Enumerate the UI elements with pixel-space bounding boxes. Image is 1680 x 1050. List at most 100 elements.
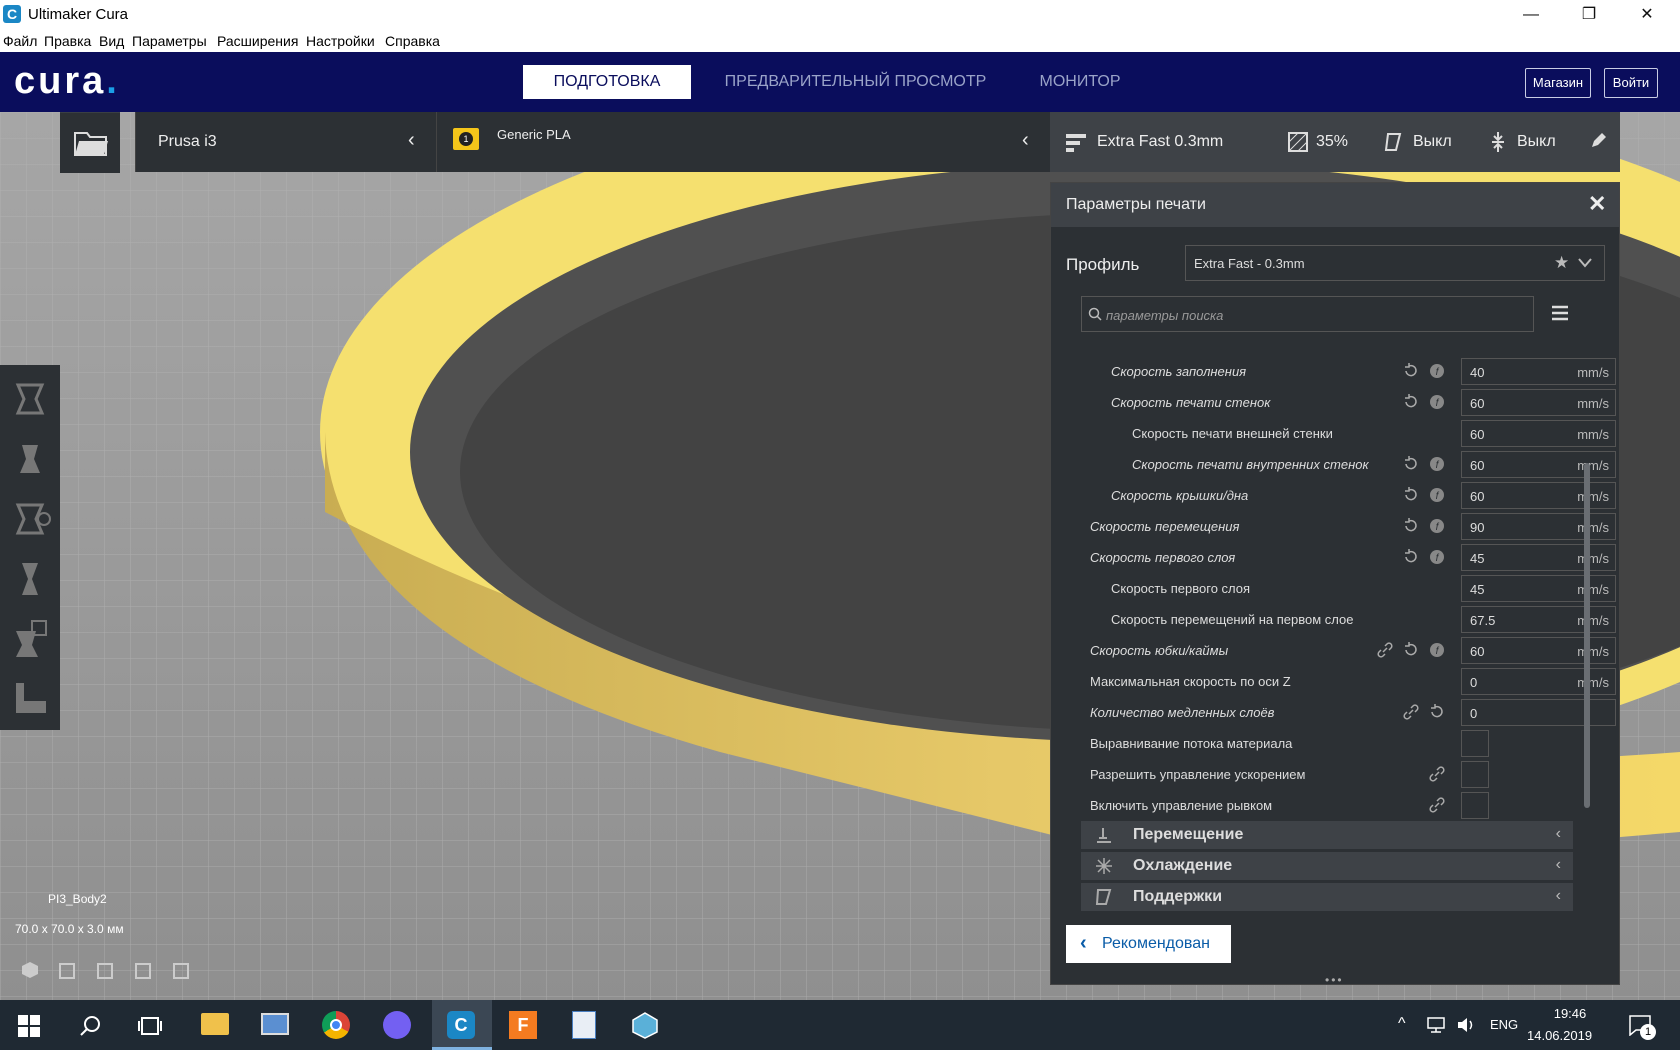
right-view-icon[interactable] [173,963,189,979]
taskbar-document[interactable] [554,1000,614,1050]
settings-visibility-menu-icon[interactable] [1548,301,1572,325]
rotate-tool-icon[interactable] [6,491,54,547]
taskbar-cura[interactable]: C [432,1000,492,1050]
settings-search-input[interactable]: параметры поиска [1081,296,1534,332]
volume-icon[interactable] [1456,1016,1476,1034]
reset-icon[interactable] [1403,549,1419,565]
notification-count-badge: 1 [1640,1024,1656,1040]
setting-value: 60 [1470,644,1485,659]
network-icon[interactable] [1426,1016,1446,1034]
function-icon[interactable]: f [1429,549,1445,565]
drag-handle-icon[interactable]: ••• [1325,973,1344,987]
profile-dropdown[interactable]: Extra Fast - 0.3mm ★ [1185,245,1605,281]
recommended-mode-button[interactable]: ‹ Рекомендован [1066,925,1231,963]
reset-icon[interactable] [1429,704,1445,720]
front-view-icon[interactable] [59,963,75,979]
reset-icon[interactable] [1403,456,1419,472]
language-indicator[interactable]: ENG [1490,1017,1518,1032]
menu-extensions[interactable]: Расширения [217,33,298,49]
link-icon[interactable] [1403,704,1419,720]
setting-row: Скорость юбки/каймы f 60 mm/s [1081,636,1616,665]
function-icon[interactable]: f [1429,456,1445,472]
menu-file[interactable]: Файл [3,33,37,49]
setting-input[interactable]: 60 mm/s [1461,420,1616,447]
taskbar-viber[interactable] [367,1000,427,1050]
menu-preferences[interactable]: Настройки [306,33,375,49]
per-model-settings-icon[interactable] [6,611,54,667]
tab-monitor[interactable]: МОНИТОР [1020,65,1140,99]
setting-checkbox[interactable] [1461,730,1489,757]
settings-scrollbar[interactable] [1584,463,1590,808]
print-settings-summary[interactable]: Extra Fast 0.3mm 35% Выкл Выкл [1050,112,1620,172]
category-support[interactable]: Поддержки ‹ [1081,883,1573,911]
tab-preview[interactable]: ПРЕДВАРИТЕЛЬНЫЙ ПРОСМОТР [713,65,998,99]
taskbar-chrome[interactable] [306,1000,366,1050]
setting-input[interactable]: 60 mm/s [1461,482,1616,509]
menu-help[interactable]: Справка [385,33,440,49]
reset-icon[interactable] [1403,518,1419,534]
setting-input[interactable]: 40 mm/s [1461,358,1616,385]
mirror-tool-icon[interactable] [6,551,54,607]
setting-input[interactable]: 67.5 mm/s [1461,606,1616,633]
function-icon[interactable]: f [1429,363,1445,379]
setting-value: 0 [1470,675,1478,690]
windows-start-icon[interactable] [18,1015,40,1037]
printer-selector[interactable]: Prusa i3 ‹ [135,112,436,172]
taskbar-fusion[interactable]: F [493,1000,553,1050]
search-icon[interactable] [80,1015,102,1037]
login-button[interactable]: Войти [1604,68,1658,98]
reset-icon[interactable] [1403,363,1419,379]
reset-icon[interactable] [1403,642,1419,658]
menu-view[interactable]: Вид [99,33,124,49]
top-view-icon[interactable] [97,963,113,979]
taskbar-remote-desktop[interactable] [245,1000,305,1050]
reset-icon[interactable] [1403,487,1419,503]
scale-tool-icon[interactable] [6,431,54,487]
function-icon[interactable]: f [1429,487,1445,503]
clock-time[interactable]: 19:46 [1535,1006,1605,1021]
tab-prepare[interactable]: ПОДГОТОВКА [523,65,691,99]
task-view-icon[interactable] [138,1016,162,1036]
setting-input[interactable]: 45 mm/s [1461,575,1616,602]
star-icon[interactable]: ★ [1554,253,1569,273]
close-window-button[interactable]: ✕ [1618,0,1676,30]
marketplace-button[interactable]: Магазин [1525,68,1591,98]
support-blocker-icon[interactable] [6,671,54,727]
link-icon[interactable] [1377,642,1393,658]
setting-unit: mm/s [1577,644,1609,659]
category-cooling[interactable]: Охлаждение ‹ [1081,852,1573,880]
menu-parameters[interactable]: Параметры [132,33,207,49]
function-icon[interactable]: f [1429,394,1445,410]
menu-edit[interactable]: Правка [44,33,91,49]
close-icon[interactable]: ✕ [1588,191,1606,217]
taskbar-3d-app[interactable] [615,1000,675,1050]
tray-chevron-up-icon[interactable]: ^ [1398,1015,1406,1033]
reset-icon[interactable] [1403,394,1419,410]
open-file-button[interactable] [60,112,120,173]
function-icon[interactable]: f [1429,518,1445,534]
taskbar-explorer[interactable] [184,1000,244,1050]
setting-input[interactable]: 60 mm/s [1461,389,1616,416]
setting-input[interactable]: 60 mm/s [1461,637,1616,664]
link-icon[interactable] [1429,797,1445,813]
function-icon[interactable]: f [1429,642,1445,658]
clock-date[interactable]: 14.06.2019 [1527,1028,1592,1043]
3d-view-icon[interactable] [22,962,38,978]
setting-input[interactable]: 0 [1461,699,1616,726]
setting-checkbox[interactable] [1461,792,1489,819]
minimize-button[interactable]: — [1502,0,1560,30]
setting-checkbox[interactable] [1461,761,1489,788]
setting-input[interactable]: 60 mm/s [1461,451,1616,478]
setting-row: Включить управление рывком [1081,791,1541,820]
setting-input[interactable]: 0 mm/s [1461,668,1616,695]
setting-input[interactable]: 90 mm/s [1461,513,1616,540]
category-travel[interactable]: Перемещение ‹ [1081,821,1573,849]
setting-label: Разрешить управление ускорением [1090,767,1306,782]
link-icon[interactable] [1429,766,1445,782]
left-view-icon[interactable] [135,963,151,979]
material-selector[interactable]: 1 Generic PLA ‹ [436,112,1050,172]
move-tool-icon[interactable] [6,371,54,427]
pencil-icon[interactable] [1590,133,1606,149]
maximize-button[interactable]: ❐ [1560,0,1618,30]
setting-input[interactable]: 45 mm/s [1461,544,1616,571]
